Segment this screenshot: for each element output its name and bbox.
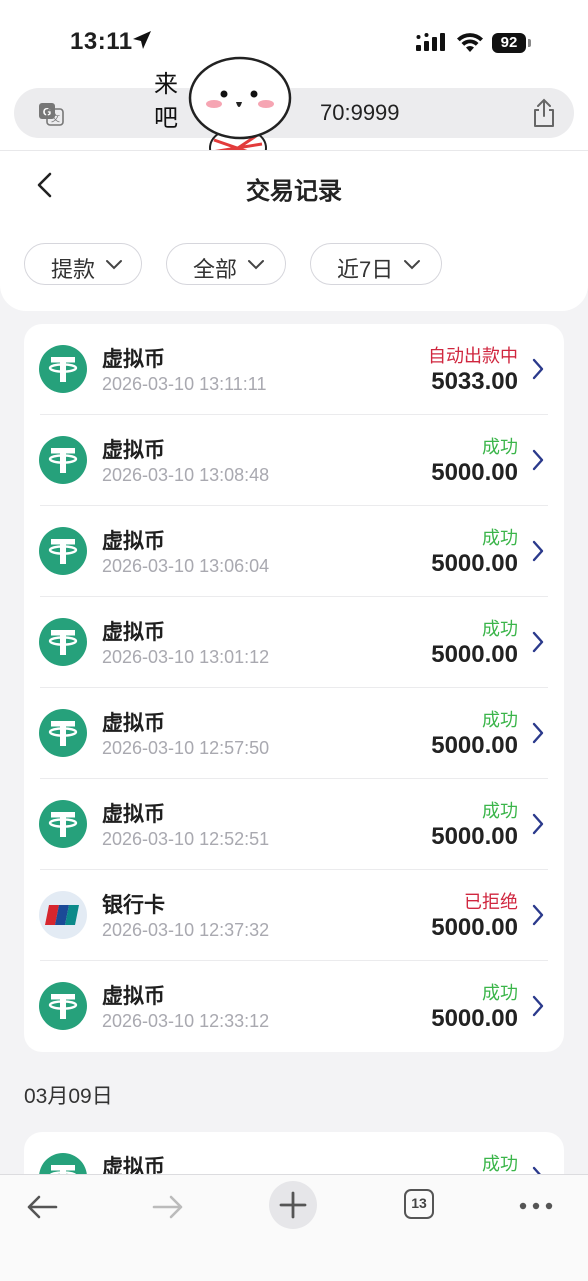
transaction-method: 虚拟币 — [102, 348, 165, 371]
clock: 13:11 — [70, 28, 133, 55]
transaction-status: 成功 — [482, 983, 518, 1003]
transaction-datetime: 2026-03-10 13:06:04 — [102, 556, 270, 576]
usdt-tether-icon — [39, 345, 87, 393]
transaction-status: 成功 — [482, 801, 518, 821]
share-icon[interactable] — [532, 98, 556, 128]
transaction-amount: 5000.00 — [431, 732, 518, 759]
translate-icon[interactable]: G 文 — [38, 102, 64, 126]
transaction-datetime: 2026-03-10 13:11:11 — [102, 374, 267, 394]
browser-toolbar: 13 — [0, 1174, 588, 1281]
chevron-right-icon — [532, 995, 544, 1017]
battery-indicator: 92 — [492, 33, 532, 53]
transaction-method: 虚拟币 — [102, 621, 165, 644]
unionpay-icon — [39, 891, 87, 939]
plus-icon — [279, 1191, 307, 1219]
chevron-right-icon — [532, 722, 544, 744]
filter-date-range-label: 近7日 — [337, 257, 394, 282]
location-arrow-icon — [133, 31, 151, 49]
transaction-status: 成功 — [482, 1154, 518, 1174]
cellular-signal-icon — [416, 33, 445, 51]
transaction-amount: 5000.00 — [431, 1005, 518, 1032]
usdt-tether-icon — [39, 436, 87, 484]
transaction-datetime: 2026-03-10 12:37:32 — [102, 920, 270, 940]
transaction-amount: 5000.00 — [431, 459, 518, 486]
transaction-list: 虚拟币 2026-03-10 13:11:11 自动出款中 5033.00 虚拟币 202… — [24, 324, 564, 1052]
filter-type-label: 提款 — [51, 257, 96, 282]
transaction-row[interactable]: 虚拟币 2026-03-10 13:06:04 成功 5000.00 — [24, 506, 564, 597]
transaction-method: 虚拟币 — [102, 803, 165, 826]
transaction-row[interactable]: 虚拟币 2026-03-10 12:52:51 成功 5000.00 — [24, 779, 564, 870]
transaction-status: 自动出款中 — [428, 346, 518, 366]
transaction-datetime: 2026-03-10 13:08:48 — [102, 465, 270, 485]
transaction-method: 虚拟币 — [102, 712, 165, 735]
filter-status-dropdown[interactable]: 全部 — [166, 243, 286, 285]
chevron-down-icon — [106, 260, 122, 270]
tabs-count-button[interactable]: 13 — [404, 1189, 434, 1219]
transaction-amount: 5000.00 — [431, 914, 518, 941]
transaction-row[interactable]: 虚拟币 2026-03-10 12:33:12 成功 5000.00 — [24, 961, 564, 1052]
transaction-status: 已拒绝 — [464, 892, 518, 912]
usdt-tether-icon — [39, 527, 87, 575]
transaction-datetime: 2026-03-10 13:01:12 — [102, 647, 270, 667]
transaction-status: 成功 — [482, 710, 518, 730]
transaction-amount: 5000.00 — [431, 641, 518, 668]
transaction-method: 虚拟币 — [102, 439, 165, 462]
date-group-heading: 03月09日 — [24, 1085, 113, 1108]
chevron-right-icon — [532, 449, 544, 471]
usdt-tether-icon — [39, 709, 87, 757]
battery-level: 92 — [492, 33, 526, 53]
transaction-method: 虚拟币 — [102, 530, 165, 553]
chevron-down-icon — [248, 260, 264, 270]
usdt-tether-icon — [39, 618, 87, 666]
back-arrow-icon[interactable] — [24, 1189, 60, 1225]
page-title: 交易记录 — [246, 178, 342, 205]
transaction-datetime: 2026-03-10 12:57:50 — [102, 738, 270, 758]
transaction-status: 成功 — [482, 528, 518, 548]
more-options-icon[interactable] — [518, 1201, 554, 1211]
transaction-row[interactable]: 虚拟币 2026-03-10 13:08:48 成功 5000.00 — [24, 415, 564, 506]
chevron-right-icon — [532, 904, 544, 926]
transaction-row[interactable]: 虚拟币 2026-03-10 13:11:11 自动出款中 5033.00 — [24, 324, 564, 415]
filter-date-range-dropdown[interactable]: 近7日 — [310, 243, 442, 285]
chevron-right-icon — [532, 631, 544, 653]
transaction-row[interactable]: 银行卡 2026-03-10 12:37:32 已拒绝 5000.00 — [24, 870, 564, 961]
svg-text:文: 文 — [51, 113, 60, 125]
transaction-method: 银行卡 — [102, 894, 165, 917]
chevron-right-icon — [532, 813, 544, 835]
header-card: 交易记录 提款 全部 近7日 — [0, 150, 588, 311]
transaction-row[interactable]: 虚拟币 2026-03-10 12:57:50 成功 5000.00 — [24, 688, 564, 779]
transaction-datetime: 2026-03-10 12:33:12 — [102, 1011, 270, 1031]
chevron-right-icon — [532, 358, 544, 380]
filter-type-dropdown[interactable]: 提款 — [24, 243, 142, 285]
transaction-amount: 5000.00 — [431, 823, 518, 850]
chevron-right-icon — [532, 540, 544, 562]
transaction-datetime: 2026-03-10 12:52:51 — [102, 829, 270, 849]
usdt-tether-icon — [39, 800, 87, 848]
chevron-down-icon — [404, 260, 420, 270]
filter-status-label: 全部 — [193, 257, 238, 282]
forward-arrow-icon[interactable] — [150, 1189, 186, 1225]
transaction-row[interactable]: 虚拟币 2026-03-10 13:01:12 成功 5000.00 — [24, 597, 564, 688]
transaction-amount: 5033.00 — [431, 368, 518, 395]
url-text[interactable]: 70:9999 — [320, 100, 400, 126]
wifi-icon — [457, 33, 483, 52]
transaction-method: 虚拟币 — [102, 985, 165, 1008]
usdt-tether-icon — [39, 982, 87, 1030]
transaction-status: 成功 — [482, 437, 518, 457]
transaction-amount: 5000.00 — [431, 550, 518, 577]
new-tab-button[interactable] — [269, 1181, 317, 1229]
transaction-status: 成功 — [482, 619, 518, 639]
